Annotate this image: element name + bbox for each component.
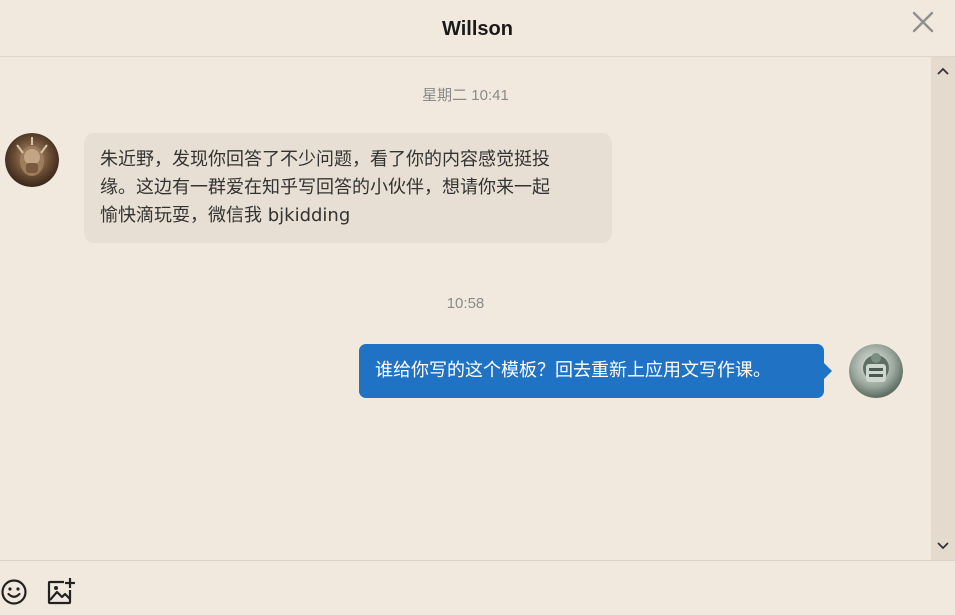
chevron-up-icon (937, 67, 949, 75)
message-timestamp: 星期二 10:41 (422, 87, 509, 104)
smiley-icon (1, 579, 27, 605)
scrollbar[interactable] (931, 57, 955, 560)
close-icon (912, 11, 934, 33)
sender-avatar[interactable] (5, 133, 59, 187)
chat-header: Willson (0, 0, 955, 57)
message-line: 缘。这边有一群爱在知乎写回答的小伙伴，想请你来一起 (100, 177, 550, 198)
chevron-down-icon (937, 542, 949, 550)
self-avatar[interactable] (849, 344, 903, 398)
outgoing-message-bubble[interactable]: 谁给你写的这个模板？回去重新上应用文写作课。 (359, 344, 832, 398)
incoming-message-bubble[interactable]: 朱近野，发现你回答了不少问题，看了你的内容感觉挺投 缘。这边有一群爱在知乎写回答… (84, 133, 612, 243)
message-text: 谁给你写的这个模板？回去重新上应用文写作课。 (375, 360, 771, 381)
message-list[interactable]: 星期二 10:41 朱近野，发现你回答了不少问题，看了你的内容感觉挺投 缘。这边… (0, 57, 931, 560)
chat-window: Willson 星期二 10:41 朱近野，发现你回答了不少问题，看了你的内容感… (0, 0, 955, 615)
emoji-button[interactable] (0, 578, 28, 606)
message-line: 愉快滴玩耍，微信我 bjkidding (100, 205, 351, 226)
add-image-icon (47, 578, 75, 605)
message-line: 朱近野，发现你回答了不少问题，看了你的内容感觉挺投 (100, 149, 550, 170)
message-timestamp: 10:58 (446, 295, 485, 312)
add-image-button[interactable] (46, 576, 76, 606)
chat-title: Willson (442, 18, 513, 40)
input-toolbar (0, 560, 955, 615)
scroll-up-button[interactable] (935, 63, 951, 79)
scroll-down-button[interactable] (935, 538, 951, 554)
close-button[interactable] (907, 6, 939, 38)
